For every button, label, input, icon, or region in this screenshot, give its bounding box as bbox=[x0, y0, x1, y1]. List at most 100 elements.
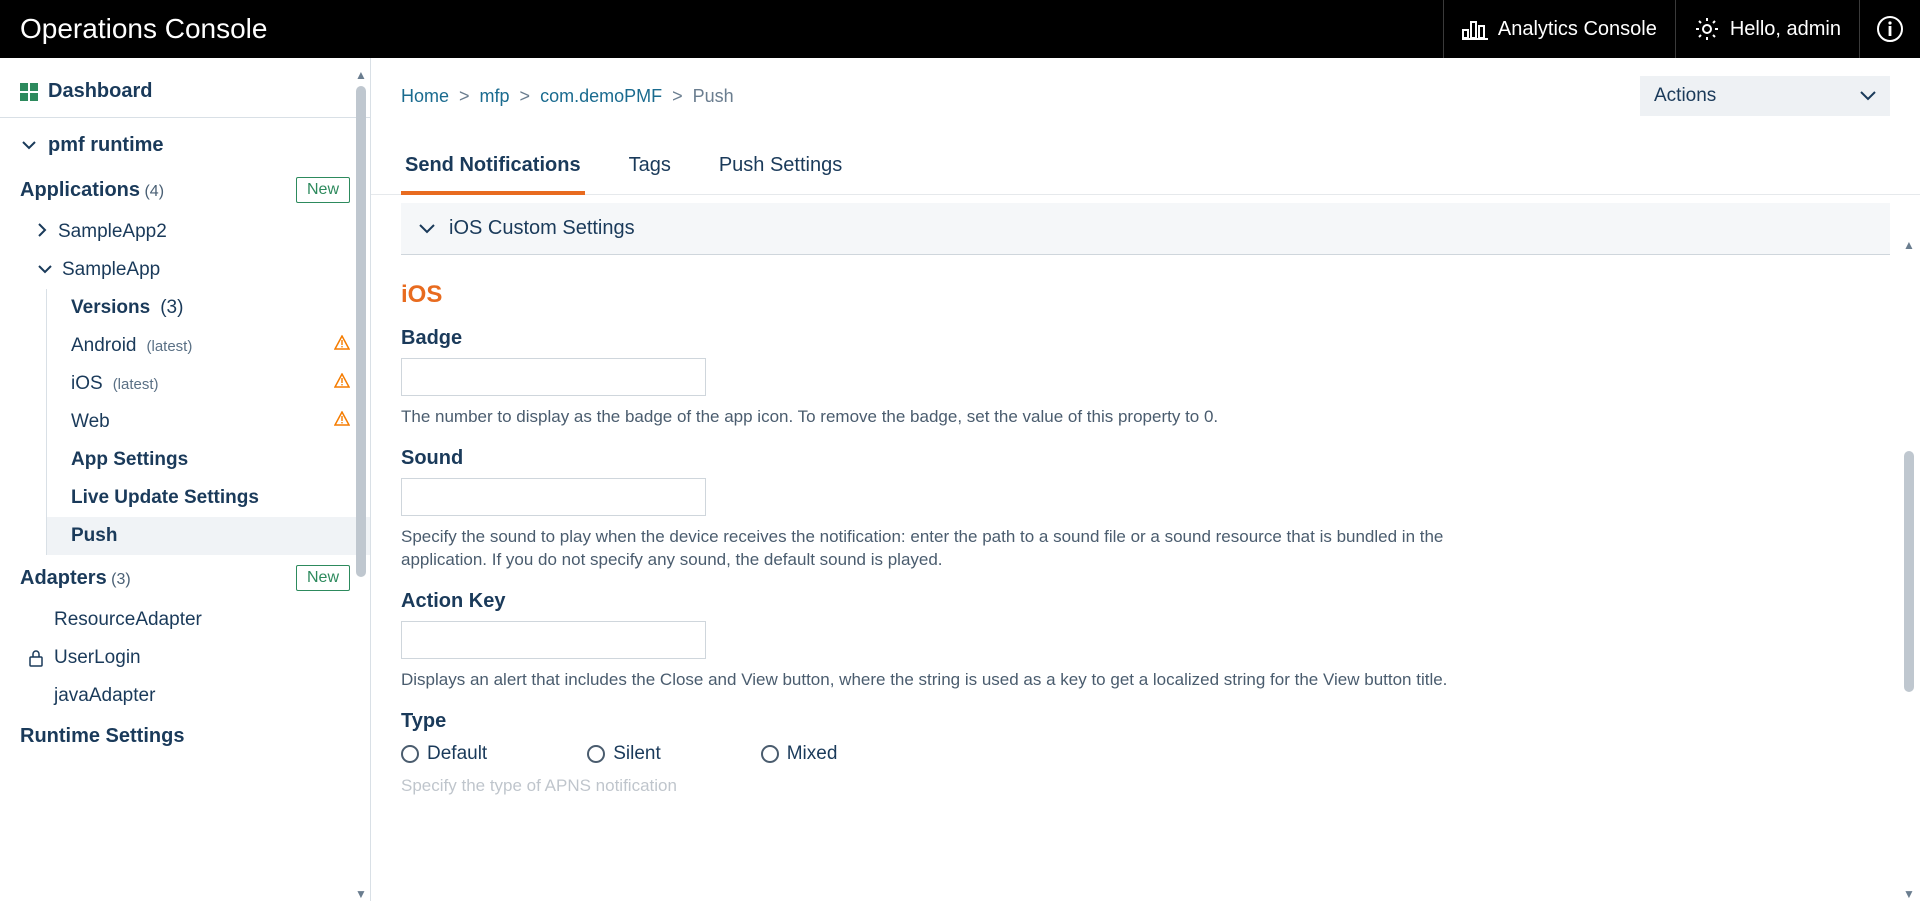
sidebar-item-push[interactable]: Push bbox=[47, 517, 370, 555]
applications-count: (4) bbox=[144, 183, 164, 200]
scroll-up-icon: ▲ bbox=[355, 68, 367, 82]
radio-icon bbox=[401, 745, 419, 763]
runtime-label: pmf runtime bbox=[48, 134, 164, 157]
sampleapp2-label: SampleApp2 bbox=[58, 221, 167, 243]
sidebar-item-sampleapp[interactable]: SampleApp bbox=[0, 251, 370, 289]
versions-label: Versions bbox=[71, 297, 150, 319]
breadcrumb-home[interactable]: Home bbox=[401, 86, 449, 107]
type-radio-default[interactable]: Default bbox=[401, 743, 487, 765]
runtime-settings-label: Runtime Settings bbox=[20, 725, 184, 748]
sound-input[interactable] bbox=[401, 478, 706, 516]
sidebar-dashboard[interactable]: Dashboard bbox=[0, 70, 370, 118]
badge-label: Badge bbox=[401, 327, 1890, 350]
sound-label: Sound bbox=[401, 447, 1890, 470]
scroll-thumb[interactable] bbox=[356, 86, 366, 577]
chevron-down-icon bbox=[1860, 85, 1876, 107]
adapters-count: (3) bbox=[111, 571, 131, 588]
hello-admin[interactable]: Hello, admin bbox=[1675, 0, 1859, 58]
chevron-right-icon bbox=[38, 221, 48, 243]
ios-suffix: (latest) bbox=[113, 376, 159, 393]
topbar-right: Analytics Console Hello, admin bbox=[1443, 0, 1920, 58]
ios-section-title: iOS bbox=[401, 281, 1890, 309]
radio-label: Default bbox=[427, 743, 487, 765]
dashboard-label: Dashboard bbox=[48, 80, 152, 103]
sidebar-item-sampleapp2[interactable]: SampleApp2 bbox=[0, 213, 370, 251]
sidebar-item-app-settings[interactable]: App Settings bbox=[47, 441, 370, 479]
userlogin-label: UserLogin bbox=[54, 647, 141, 669]
action-key-label: Action Key bbox=[401, 590, 1890, 613]
chevron-down-icon bbox=[419, 217, 435, 240]
breadcrumb-sep: > bbox=[520, 86, 531, 107]
tabs: Send Notifications Tags Push Settings bbox=[371, 124, 1920, 195]
tab-tags[interactable]: Tags bbox=[625, 154, 675, 194]
chevron-down-icon bbox=[20, 141, 38, 151]
scroll-down-icon: ▼ bbox=[1903, 887, 1915, 901]
topbar: Operations Console Analytics Console Hel… bbox=[0, 0, 1920, 58]
main-scrollbar[interactable]: ▲ ▼ bbox=[1900, 238, 1918, 901]
sidebar-applications-head[interactable]: Applications (4) New bbox=[0, 167, 370, 213]
radio-label: Mixed bbox=[787, 743, 838, 765]
sound-help: Specify the sound to play when the devic… bbox=[401, 526, 1451, 572]
sidebar-item-web[interactable]: Web bbox=[47, 403, 370, 441]
sidebar-runtime[interactable]: pmf runtime bbox=[0, 124, 370, 167]
badge-help: The number to display as the badge of th… bbox=[401, 406, 1451, 429]
type-radio-group: Default Silent Mixed bbox=[401, 743, 1890, 765]
sidebar-item-ios[interactable]: iOS (latest) bbox=[47, 365, 370, 403]
app-title: Operations Console bbox=[20, 13, 267, 45]
content-scroll[interactable]: iOS Custom Settings iOS Badge The number… bbox=[371, 195, 1920, 901]
info-button[interactable] bbox=[1859, 0, 1920, 58]
dashboard-icon bbox=[20, 83, 38, 101]
sidebar-item-android[interactable]: Android (latest) bbox=[47, 327, 370, 365]
web-label: Web bbox=[71, 411, 110, 433]
breadcrumb-mfp[interactable]: mfp bbox=[480, 86, 510, 107]
sidebar-scroll[interactable]: Dashboard pmf runtime Applications (4) N… bbox=[0, 58, 370, 901]
actions-label: Actions bbox=[1654, 85, 1716, 107]
new-adapter-button[interactable]: New bbox=[296, 565, 350, 591]
sidebar-scrollbar[interactable]: ▲ ▼ bbox=[352, 68, 370, 901]
sidebar: Dashboard pmf runtime Applications (4) N… bbox=[0, 58, 370, 901]
analytics-console-link[interactable]: Analytics Console bbox=[1443, 0, 1675, 58]
accordion-ios-custom-settings[interactable]: iOS Custom Settings bbox=[401, 203, 1890, 255]
javaadapter-label: javaAdapter bbox=[54, 685, 155, 707]
scroll-thumb[interactable] bbox=[1904, 451, 1914, 692]
sidebar-runtime-settings[interactable]: Runtime Settings bbox=[0, 715, 370, 758]
scroll-down-icon: ▼ bbox=[355, 887, 367, 901]
breadcrumb-current: Push bbox=[693, 86, 734, 107]
sidebar-item-userlogin[interactable]: UserLogin bbox=[0, 639, 370, 677]
action-key-input[interactable] bbox=[401, 621, 706, 659]
applications-label: Applications bbox=[20, 179, 140, 201]
new-app-button[interactable]: New bbox=[296, 177, 350, 203]
push-label: Push bbox=[71, 525, 117, 547]
warning-icon bbox=[334, 373, 350, 395]
lock-icon bbox=[28, 649, 44, 667]
warning-icon bbox=[334, 411, 350, 433]
android-label: Android bbox=[71, 335, 137, 357]
adapters-label: Adapters bbox=[20, 567, 107, 589]
app-settings-label: App Settings bbox=[71, 449, 188, 471]
type-radio-silent[interactable]: Silent bbox=[587, 743, 661, 765]
breadcrumb-sep: > bbox=[672, 86, 683, 107]
breadcrumb-sep: > bbox=[459, 86, 470, 107]
actions-dropdown[interactable]: Actions bbox=[1640, 76, 1890, 116]
radio-icon bbox=[761, 745, 779, 763]
tab-push-settings[interactable]: Push Settings bbox=[715, 154, 846, 194]
hello-label: Hello, admin bbox=[1730, 18, 1841, 41]
chevron-down-icon bbox=[38, 259, 52, 281]
sidebar-item-live-update[interactable]: Live Update Settings bbox=[47, 479, 370, 517]
type-help: Specify the type of APNS notification bbox=[401, 775, 1451, 798]
sidebar-adapters-head[interactable]: Adapters (3) New bbox=[0, 555, 370, 601]
breadcrumb: Home > mfp > com.demoPMF > Push bbox=[401, 86, 734, 107]
breadcrumb-app[interactable]: com.demoPMF bbox=[540, 86, 662, 107]
gear-icon bbox=[1694, 16, 1720, 42]
info-icon bbox=[1876, 15, 1904, 43]
sidebar-item-javaadapter[interactable]: javaAdapter bbox=[0, 677, 370, 715]
radio-icon bbox=[587, 745, 605, 763]
radio-label: Silent bbox=[613, 743, 661, 765]
sidebar-item-versions[interactable]: Versions (3) bbox=[47, 289, 370, 327]
badge-input[interactable] bbox=[401, 358, 706, 396]
sampleapp-label: SampleApp bbox=[62, 259, 160, 281]
tab-send-notifications[interactable]: Send Notifications bbox=[401, 154, 585, 195]
type-radio-mixed[interactable]: Mixed bbox=[761, 743, 838, 765]
sidebar-item-resourceadapter[interactable]: ResourceAdapter bbox=[0, 601, 370, 639]
accordion-title: iOS Custom Settings bbox=[449, 217, 635, 240]
